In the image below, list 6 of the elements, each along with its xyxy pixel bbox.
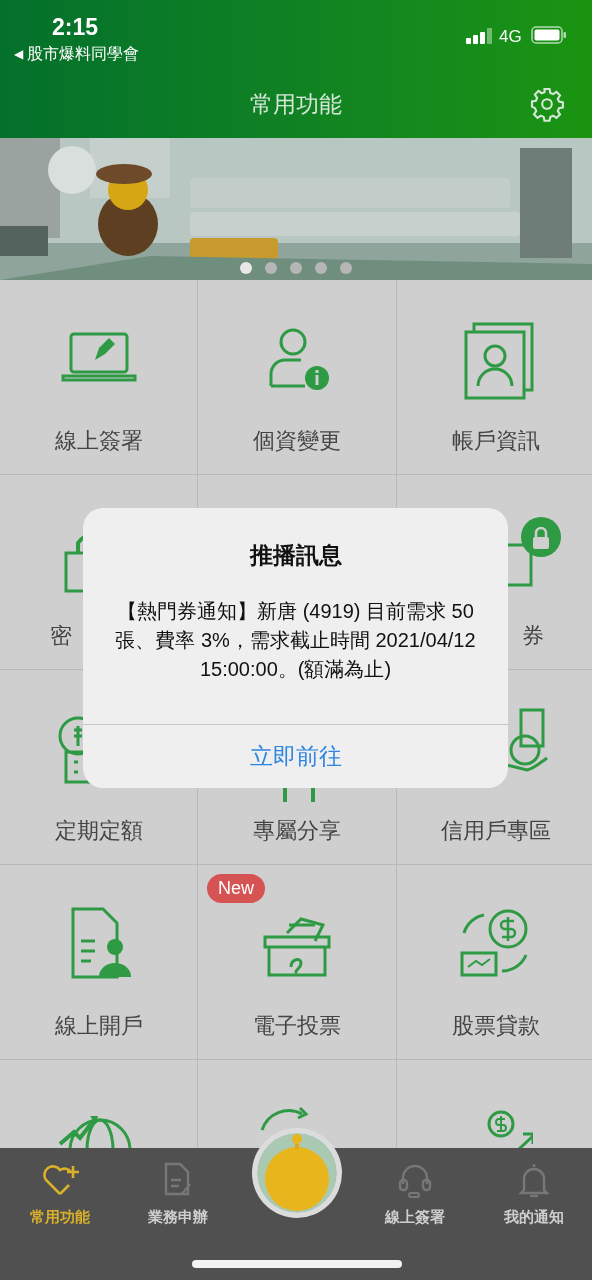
status-time: 2:15 <box>52 13 99 42</box>
new-badge: New <box>207 874 265 903</box>
page-title: 常用功能 <box>250 89 342 119</box>
dialog-title: 推播訊息 <box>248 541 343 570</box>
dialog-message: 【熱門券通知】新唐 (4919) 目前需求 50張、費率 3%，需求截止時間 2021/04/12 15:00:00。(額滿為止) <box>114 598 477 682</box>
network-label: 4G <box>499 26 522 48</box>
